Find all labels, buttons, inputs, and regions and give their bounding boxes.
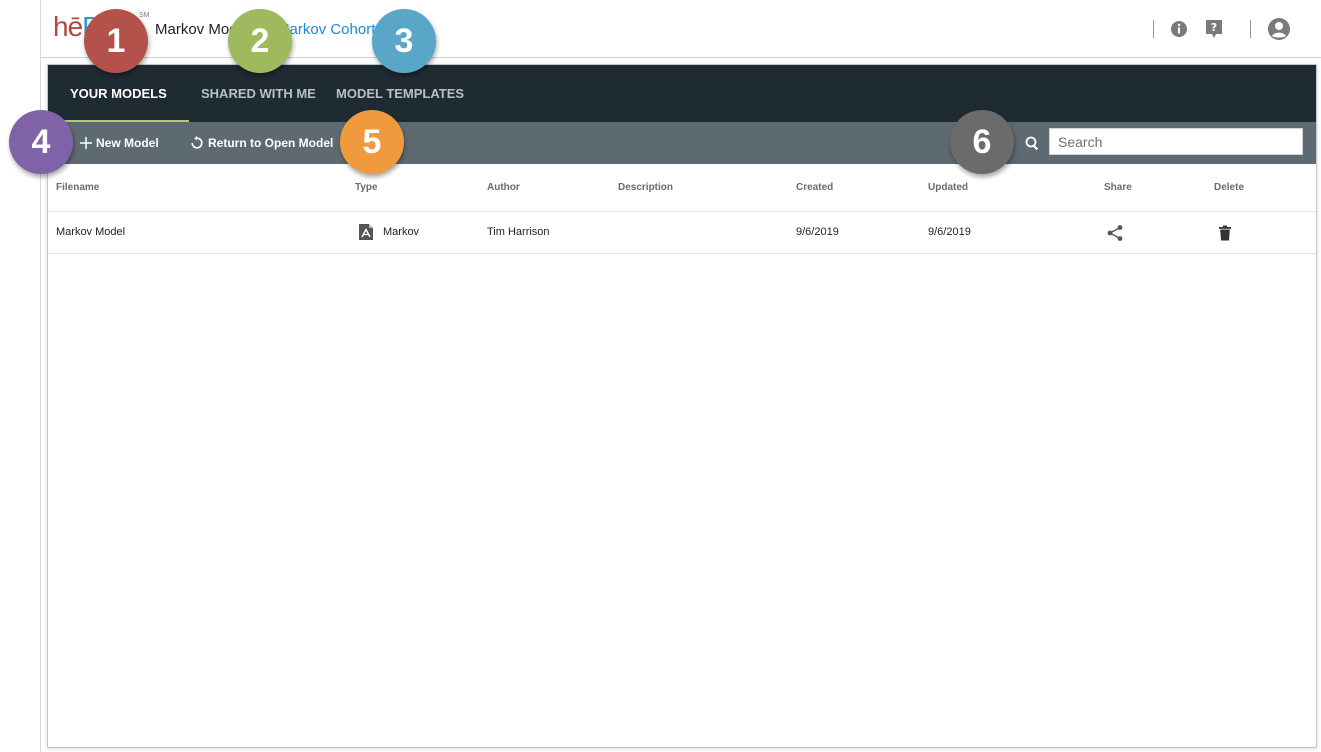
column-header-share: Share: [1104, 182, 1132, 193]
callout-badge-6: 6: [950, 110, 1014, 174]
column-header-author[interactable]: Author: [487, 182, 520, 193]
svg-text:?: ?: [1211, 21, 1217, 34]
column-header-updated[interactable]: Updated: [928, 182, 968, 193]
search-input[interactable]: [1049, 128, 1303, 155]
column-header-delete: Delete: [1214, 182, 1245, 193]
new-model-button[interactable]: New Model: [80, 122, 159, 164]
return-to-open-model-button[interactable]: Return to Open Model: [190, 122, 333, 164]
trash-icon[interactable]: [1215, 223, 1235, 243]
header-divider: [1153, 20, 1154, 38]
row-type-label: Markov: [383, 226, 420, 238]
search-icon: [1022, 133, 1042, 153]
row-updated: 9/6/2019: [928, 226, 971, 238]
callout-badge-3: 3: [372, 9, 436, 73]
return-to-open-model-label: Return to Open Model: [208, 136, 334, 150]
column-header-filename[interactable]: Filename: [56, 182, 99, 193]
share-icon[interactable]: [1105, 223, 1125, 243]
plus-icon: [80, 137, 92, 149]
callout-badge-4: 4: [9, 110, 73, 174]
new-model-label: New Model: [96, 136, 159, 150]
callout-badge-1: 1: [84, 9, 148, 73]
tab-your-models[interactable]: YOUR MODELS: [48, 65, 189, 122]
callout-badge-2: 2: [228, 9, 292, 73]
help-icon[interactable]: ?: [1202, 17, 1226, 41]
open-model-type[interactable]: Markov Cohort: [277, 21, 375, 38]
row-created: 9/6/2019: [796, 226, 839, 238]
callout-badge-5: 5: [340, 110, 404, 174]
logo-service-mark: SM: [139, 12, 150, 19]
refresh-icon: [190, 136, 204, 150]
account-icon[interactable]: [1267, 17, 1291, 41]
markov-type-icon: [358, 223, 374, 241]
row-filename[interactable]: Markov Model: [56, 226, 125, 238]
screen: hēP SM Markov Model Markov Cohort ? YOUR…: [0, 0, 1321, 752]
row-author: Tim Harrison: [487, 226, 550, 238]
tab-bar: YOUR MODELS SHARED WITH ME MODEL TEMPLAT…: [48, 65, 1316, 122]
model-browser-panel: YOUR MODELS SHARED WITH ME MODEL TEMPLAT…: [47, 64, 1317, 748]
column-header-description[interactable]: Description: [618, 182, 673, 193]
info-icon[interactable]: [1167, 17, 1191, 41]
table-header: Filename Type Author Description Created…: [48, 164, 1316, 212]
logo-text-he: hē: [53, 11, 83, 42]
column-header-created[interactable]: Created: [796, 182, 833, 193]
toolbar: New Model Return to Open Model: [48, 122, 1316, 164]
header-divider: [1250, 20, 1251, 38]
tab-shared-with-me[interactable]: SHARED WITH ME: [201, 65, 316, 122]
table-row[interactable]: Markov Model Markov Tim Harrison 9/6/201…: [48, 212, 1316, 254]
row-type: Markov: [358, 223, 419, 241]
column-header-type[interactable]: Type: [355, 182, 378, 193]
